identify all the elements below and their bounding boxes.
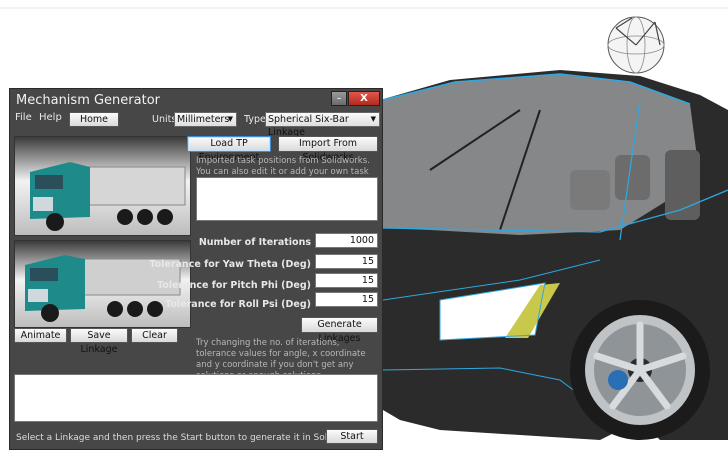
roll-tolerance-input[interactable]: 15	[315, 292, 378, 307]
status-text: Select a Linkage and then press the Star…	[16, 433, 365, 443]
menu-file[interactable]: File	[15, 112, 32, 123]
truck-preview-icon	[30, 162, 186, 231]
save-linkage-button[interactable]: Save Linkage	[70, 328, 128, 355]
import-from-solidworks-button[interactable]: Import From Solidworks	[278, 136, 378, 163]
type-select[interactable]: Spherical Six-Bar Linkage ▼	[265, 112, 380, 138]
generate-linkages-button[interactable]: Generate Linkages	[301, 317, 378, 344]
yaw-tolerance-label: Tolerance for Yaw Theta (Deg)	[149, 259, 311, 270]
linkage-results-list[interactable]	[14, 374, 378, 422]
chevron-down-icon: ▼	[227, 115, 233, 123]
yaw-tolerance-input[interactable]: 15	[315, 254, 378, 269]
units-value: Millimeters	[177, 114, 230, 125]
iterations-input[interactable]: 1000	[315, 233, 378, 248]
task-positions-textarea[interactable]	[196, 177, 378, 221]
triad-sphere-icon	[607, 16, 665, 74]
preview-top	[14, 136, 191, 236]
pitch-tolerance-input[interactable]: 15	[315, 273, 378, 288]
menu-help[interactable]: Help	[39, 112, 62, 123]
load-tp-environment-button[interactable]: Load TP Environment	[187, 136, 271, 163]
mechanism-generator-window: Mechanism Generator – X File Help Home U…	[9, 88, 383, 450]
clear-button[interactable]: Clear	[131, 328, 178, 343]
start-button[interactable]: Start	[326, 429, 378, 444]
window-title: Mechanism Generator	[16, 93, 161, 108]
units-select[interactable]: Millimeters ▼	[174, 112, 237, 127]
roll-tolerance-label: Tolerance for Roll Psi (Deg)	[165, 299, 311, 310]
pitch-tolerance-label: Tolerance for Pitch Phi (Deg)	[157, 280, 311, 291]
minimize-button[interactable]: –	[331, 91, 347, 106]
units-label: Units	[152, 114, 177, 125]
type-label: Type	[244, 114, 266, 125]
type-value: Spherical Six-Bar Linkage	[268, 114, 349, 138]
animate-button[interactable]: Animate	[14, 328, 67, 343]
close-button[interactable]: X	[348, 91, 380, 106]
menu-bar: File Help Home Units Millimeters ▼ Type …	[10, 111, 382, 138]
home-button[interactable]: Home	[69, 112, 119, 127]
chevron-down-icon: ▼	[370, 115, 376, 123]
iterations-label: Number of Iterations	[198, 237, 311, 248]
